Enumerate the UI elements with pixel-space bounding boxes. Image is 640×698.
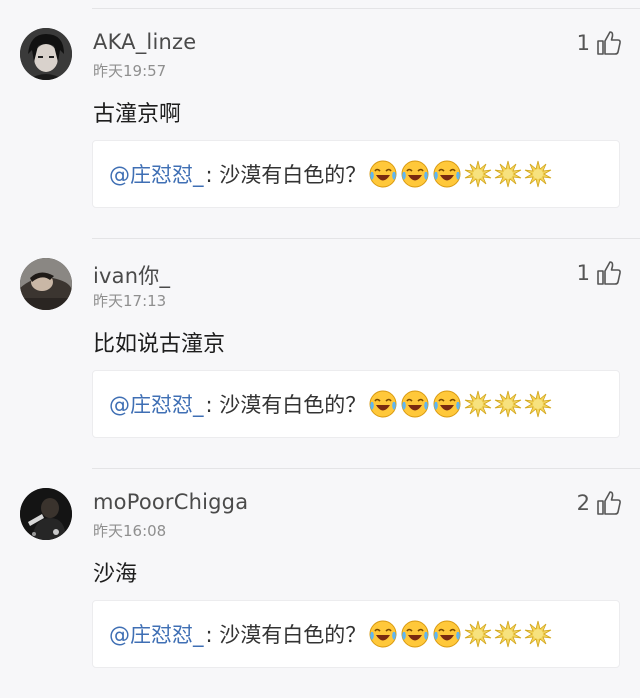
laugh-cry-emoji bbox=[369, 390, 397, 418]
avatar[interactable] bbox=[20, 258, 72, 310]
like-button[interactable]: 1 bbox=[577, 28, 622, 58]
thumbs-up-icon bbox=[597, 261, 621, 285]
comment-text: 比如说古潼京 bbox=[93, 332, 226, 357]
sun-emoji bbox=[525, 160, 552, 188]
comment-text: 古潼京啊 bbox=[93, 102, 182, 127]
mention-link[interactable]: @庄怼怼_ bbox=[109, 389, 204, 419]
like-count: 1 bbox=[576, 261, 590, 285]
like-count: 1 bbox=[576, 31, 590, 55]
sun-emoji bbox=[525, 620, 552, 648]
avatar[interactable] bbox=[20, 28, 72, 80]
like-count: 2 bbox=[576, 491, 590, 515]
laugh-cry-emoji bbox=[433, 390, 461, 418]
thumbs-up-icon bbox=[597, 31, 621, 55]
comment-item: ivan你_ 昨天17:13 1 比如说古潼京 @庄怼怼_ : 沙漠有白色的？ bbox=[0, 238, 640, 468]
laugh-cry-emoji bbox=[369, 160, 397, 188]
sun-emoji bbox=[465, 620, 492, 648]
mention-link[interactable]: @庄怼怼_ bbox=[109, 619, 204, 649]
quoted-comment[interactable]: @庄怼怼_ : 沙漠有白色的？ bbox=[92, 600, 620, 668]
comment-text: 沙海 bbox=[93, 562, 138, 587]
username[interactable]: moPoorChigga bbox=[93, 490, 248, 514]
quoted-comment[interactable]: @庄怼怼_ : 沙漠有白色的？ bbox=[92, 140, 620, 208]
sun-emoji bbox=[465, 390, 492, 418]
emoji-row bbox=[368, 159, 554, 189]
comment-item: AKA_linze 昨天19:57 1 古潼京啊 @庄怼怼_ : 沙漠有白色的？ bbox=[0, 8, 640, 238]
emoji-row bbox=[368, 389, 554, 419]
username[interactable]: ivan你_ bbox=[93, 260, 170, 290]
quote-text: : 沙漠有白色的？ bbox=[205, 623, 367, 647]
divider bbox=[92, 468, 640, 469]
sun-emoji bbox=[495, 620, 522, 648]
sun-emoji bbox=[465, 160, 492, 188]
sun-emoji bbox=[525, 390, 552, 418]
timestamp: 昨天16:08 bbox=[93, 522, 167, 540]
comment-item: moPoorChigga 昨天16:08 2 沙海 @庄怼怼_ : 沙漠有白色的… bbox=[0, 468, 640, 698]
quote-text: : 沙漠有白色的？ bbox=[205, 393, 367, 417]
like-button[interactable]: 1 bbox=[577, 258, 622, 288]
divider bbox=[92, 238, 640, 239]
timestamp: 昨天19:57 bbox=[93, 62, 167, 80]
username[interactable]: AKA_linze bbox=[93, 30, 196, 54]
laugh-cry-emoji bbox=[433, 160, 461, 188]
laugh-cry-emoji bbox=[401, 390, 429, 418]
laugh-cry-emoji bbox=[401, 160, 429, 188]
sun-emoji bbox=[495, 390, 522, 418]
quote-text: : 沙漠有白色的？ bbox=[205, 163, 367, 187]
avatar[interactable] bbox=[20, 488, 72, 540]
like-button[interactable]: 2 bbox=[577, 488, 622, 518]
laugh-cry-emoji bbox=[433, 620, 461, 648]
emoji-row bbox=[368, 619, 554, 649]
mention-link[interactable]: @庄怼怼_ bbox=[109, 159, 204, 189]
thumbs-up-icon bbox=[597, 491, 621, 515]
quoted-comment[interactable]: @庄怼怼_ : 沙漠有白色的？ bbox=[92, 370, 620, 438]
timestamp: 昨天17:13 bbox=[93, 292, 167, 310]
laugh-cry-emoji bbox=[369, 620, 397, 648]
sun-emoji bbox=[495, 160, 522, 188]
laugh-cry-emoji bbox=[401, 620, 429, 648]
